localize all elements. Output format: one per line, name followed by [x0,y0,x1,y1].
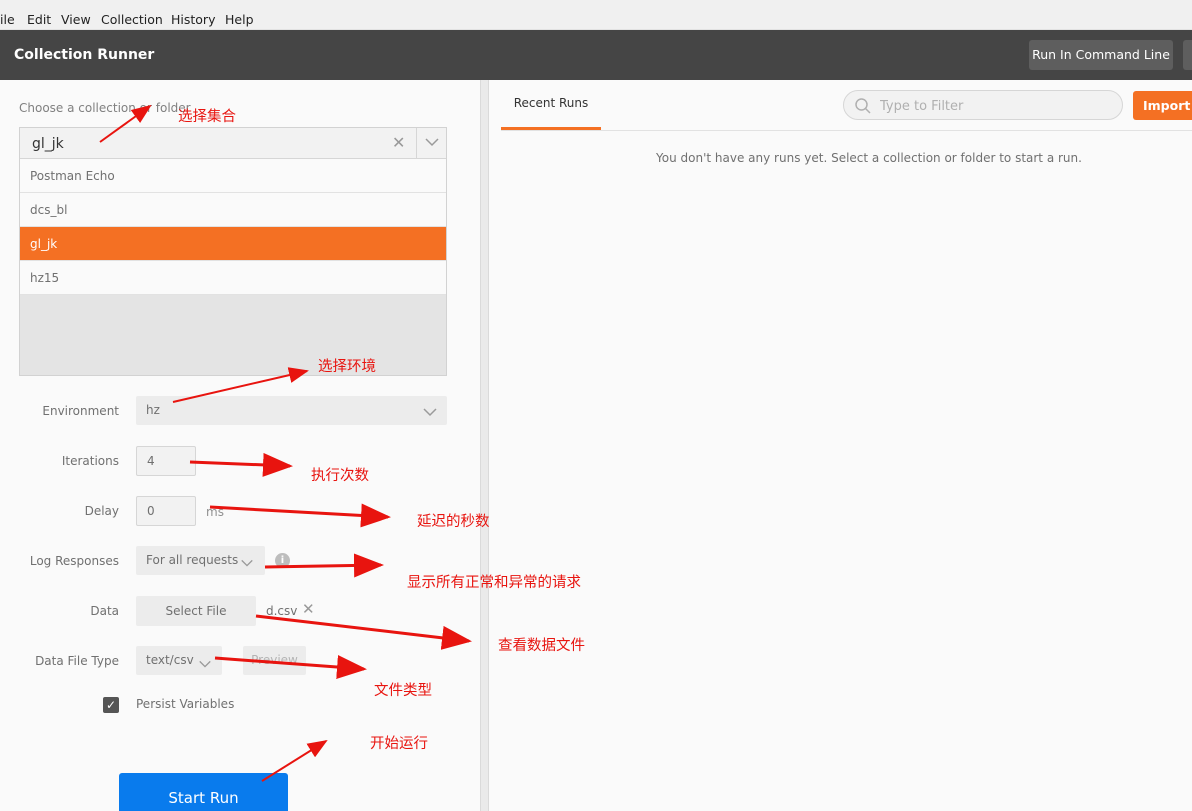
annotation-start-run: 开始运行 [370,736,428,752]
arrow-log-responses [264,553,384,578]
annotation-choose-environment: 选择环境 [318,359,376,375]
annotation-delay: 延迟的秒数 [417,514,490,530]
arrow-iterations [189,452,293,477]
arrow-collection [99,104,152,143]
arrow-environment [172,367,309,403]
annotation-data: 查看数据文件 [498,638,585,654]
annotation-log-responses: 显示所有正常和异常的请求 [407,575,581,591]
arrow-delay [209,503,391,528]
arrow-file-type [214,655,367,679]
arrow-start-run [261,739,328,782]
annotation-choose-collection: 选择集合 [178,109,236,125]
arrow-data [255,614,472,650]
annotation-iterations: 执行次数 [311,468,369,484]
annotation-file-type: 文件类型 [374,683,432,699]
